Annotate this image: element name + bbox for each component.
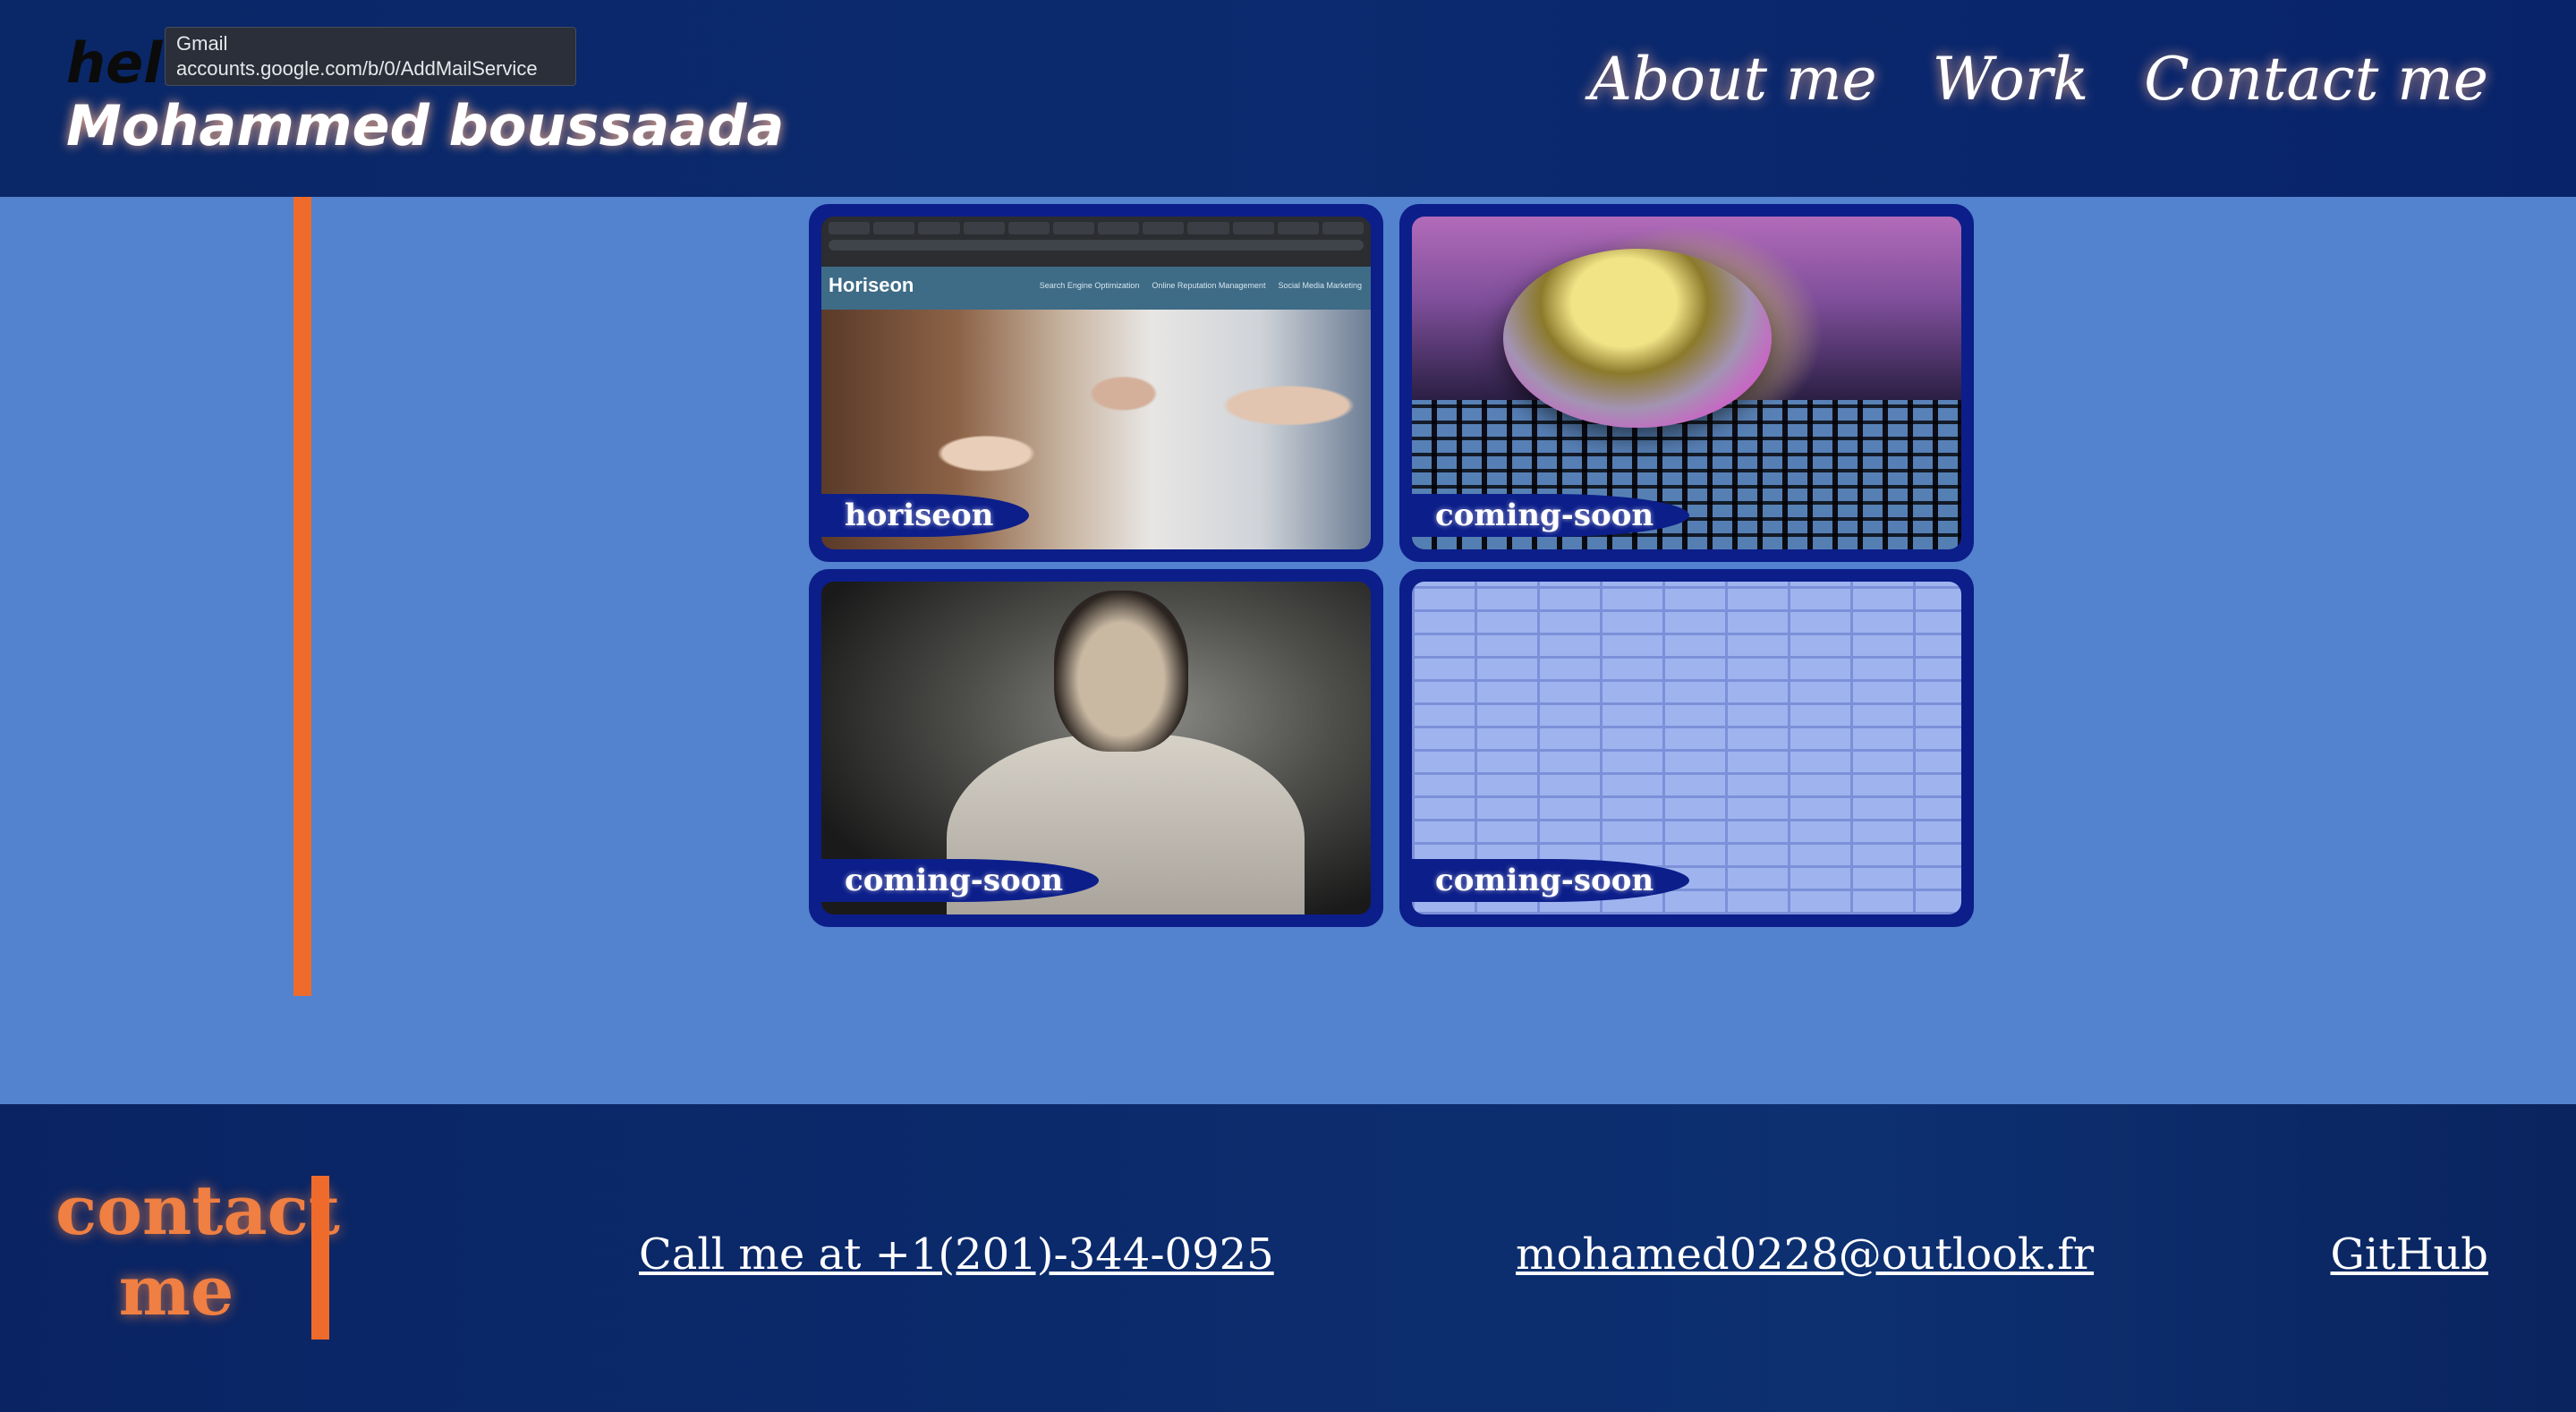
project-card-coming-soon-1[interactable]: coming-soon — [1399, 204, 1974, 562]
phone-link[interactable]: Call me at +1(201)-344-0925 — [639, 1229, 1274, 1280]
project-card-coming-soon-2[interactable]: coming-soon — [809, 569, 1383, 927]
project-card-coming-soon-3[interactable]: coming-soon — [1399, 569, 1974, 927]
preview-brand: Horiseon — [829, 274, 914, 296]
site-footer: contact me Call me at +1(201)-344-0925 m… — [0, 1104, 2576, 1412]
project-thumbnail[interactable]: Horiseon Search Engine Optimization Onli… — [821, 217, 1371, 549]
browser-chrome-image — [821, 217, 1371, 267]
project-thumbnail[interactable]: coming-soon — [1412, 582, 1961, 914]
preview-link: Social Media Marketing — [1278, 281, 1362, 290]
nav-about-me[interactable]: About me — [1589, 45, 1876, 114]
accent-bar — [293, 197, 311, 996]
preview-link: Online Reputation Management — [1152, 281, 1266, 290]
email-link[interactable]: mohamed0228@outlook.fr — [1516, 1229, 2094, 1280]
project-card-horiseon[interactable]: Horiseon Search Engine Optimization Onli… — [809, 204, 1383, 562]
project-thumbnail[interactable]: coming-soon — [821, 582, 1371, 914]
nav-contact-me[interactable]: Contact me — [2144, 45, 2488, 114]
main-nav: About me Work Contact me — [1589, 45, 2488, 114]
tooltip-url: accounts.google.com/b/0/AddMailService — [176, 57, 538, 80]
portrait-head-image — [1054, 591, 1188, 752]
project-label[interactable]: horiseon — [821, 494, 1030, 537]
site-header: hello Mohammed boussaada Gmail accounts.… — [0, 0, 2576, 197]
tooltip-title: Gmail — [176, 32, 228, 55]
project-thumbnail[interactable]: coming-soon — [1412, 217, 1961, 549]
contact-heading: contact me — [55, 1170, 340, 1331]
site-owner-name: Mohammed boussaada — [66, 93, 785, 158]
link-tooltip: Gmail accounts.google.com/b/0/AddMailSer… — [165, 27, 576, 86]
project-label[interactable]: coming-soon — [1412, 859, 1690, 902]
glass-sphere-image — [1503, 249, 1772, 428]
nav-work[interactable]: Work — [1933, 45, 2089, 114]
site-preview-header: Horiseon Search Engine Optimization Onli… — [821, 267, 1371, 310]
preview-link: Search Engine Optimization — [1039, 281, 1140, 290]
project-label[interactable]: coming-soon — [821, 859, 1100, 902]
project-label[interactable]: coming-soon — [1412, 494, 1690, 537]
footer-divider — [311, 1176, 329, 1340]
github-link[interactable]: GitHub — [2331, 1229, 2488, 1280]
